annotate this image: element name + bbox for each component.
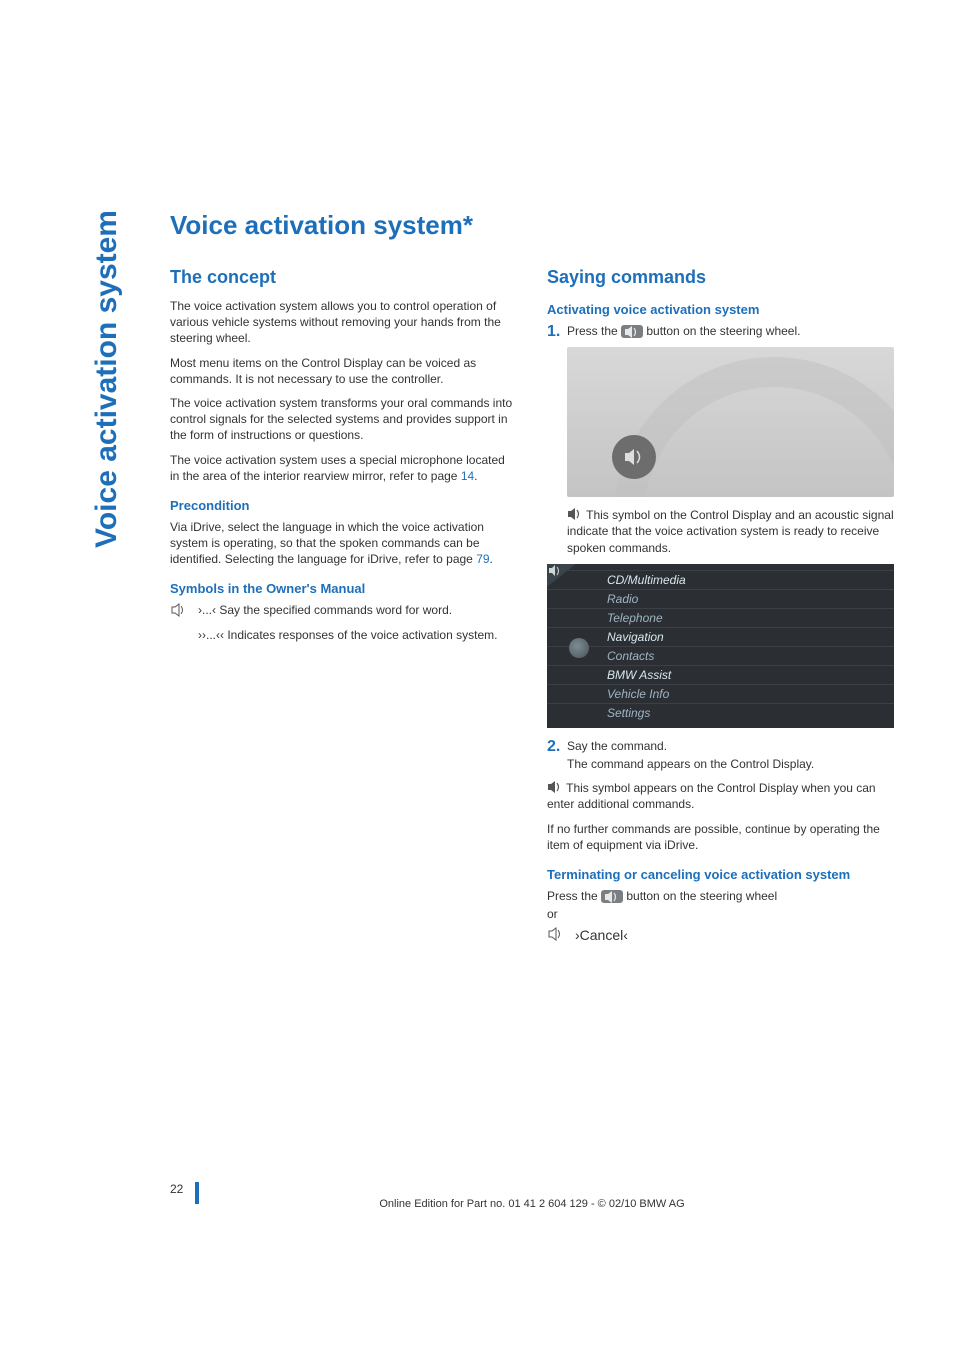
cancel-command: ›Cancel‹	[575, 926, 894, 945]
precond-a: Via iDrive, select the language in which…	[170, 520, 484, 566]
precondition-text: Via iDrive, select the language in which…	[170, 519, 517, 568]
voice-icon	[547, 781, 563, 794]
heading-terminating: Terminating or canceling voice activatio…	[547, 867, 894, 882]
step-1-number: 1.	[547, 323, 560, 341]
menu-item-settings: Settings	[547, 703, 894, 722]
page-link-79[interactable]: 79	[476, 552, 489, 566]
page-link-14[interactable]: 14	[461, 469, 474, 483]
page-title: Voice activation system*	[170, 210, 894, 241]
voice-button-icon	[621, 325, 643, 338]
ready-text: This symbol on the Control Display and a…	[567, 507, 894, 556]
terminate-text: Press the button on the steering wheel	[547, 888, 894, 904]
step-2a: Say the command.	[567, 738, 894, 754]
voice-icon	[567, 508, 583, 521]
symbol-2: ››...‹‹ Indicates responses of the voice…	[198, 627, 517, 643]
term-a: Press the	[547, 889, 601, 903]
voice-icon	[547, 927, 565, 941]
menu-item-bmw-assist: BMW Assist	[547, 665, 894, 684]
navigation-globe-icon	[569, 638, 589, 658]
heading-concept: The concept	[170, 267, 517, 288]
concept-p4: The voice activation system uses a speci…	[170, 452, 517, 484]
concept-p1: The voice activation system allows you t…	[170, 298, 517, 347]
side-tab: Voice activation system	[90, 210, 124, 548]
additional-commands-text: This symbol appears on the Control Displ…	[547, 780, 894, 812]
menu-item-vehicle-info: Vehicle Info	[547, 684, 894, 703]
heading-symbols: Symbols in the Owner's Manual	[170, 581, 517, 596]
menu-item-radio: Radio	[547, 589, 894, 608]
steering-wheel-image	[567, 347, 894, 497]
symbol-1: ›...‹ Say the specified commands word fo…	[198, 602, 517, 618]
voice-icon	[170, 603, 188, 617]
footer-text: Online Edition for Part no. 01 41 2 604 …	[170, 1192, 894, 1210]
concept-p4b: .	[474, 469, 477, 483]
no-further-commands: If no further commands are possible, con…	[547, 821, 894, 853]
heading-precondition: Precondition	[170, 498, 517, 513]
concept-p4a: The voice activation system uses a speci…	[170, 453, 505, 483]
term-b: button on the steering wheel	[623, 889, 777, 903]
terminate-or: or	[547, 906, 894, 922]
heading-saying-commands: Saying commands	[547, 267, 894, 288]
concept-p3: The voice activation system transforms y…	[170, 395, 517, 444]
step1-a: Press the	[567, 324, 621, 338]
page-number: 22	[170, 1182, 189, 1196]
voice-button-icon	[601, 890, 623, 903]
menu-item-telephone: Telephone	[547, 608, 894, 627]
wheel-voice-button	[612, 435, 656, 479]
menu-item-cd-multimedia: CD/Multimedia	[547, 570, 894, 589]
heading-activating: Activating voice activation system	[547, 302, 894, 317]
step-1-text: Press the button on the steering wheel.	[567, 323, 894, 339]
step-2-number: 2.	[547, 738, 560, 756]
concept-p2: Most menu items on the Control Display c…	[170, 355, 517, 387]
step1-b: button on the steering wheel.	[643, 324, 800, 338]
step-2b: The command appears on the Control Displ…	[567, 756, 894, 772]
menu-item-navigation: Navigation	[547, 627, 894, 646]
precond-b: .	[490, 552, 493, 566]
menu-item-contacts: Contacts	[547, 646, 894, 665]
control-display-menu: CD/Multimedia Radio Telephone Navigation…	[547, 564, 894, 728]
after-menu-span: This symbol appears on the Control Displ…	[547, 781, 876, 811]
ready-text-span: This symbol on the Control Display and a…	[567, 508, 894, 554]
page-footer: 22 Online Edition for Part no. 01 41 2 6…	[170, 1192, 894, 1210]
